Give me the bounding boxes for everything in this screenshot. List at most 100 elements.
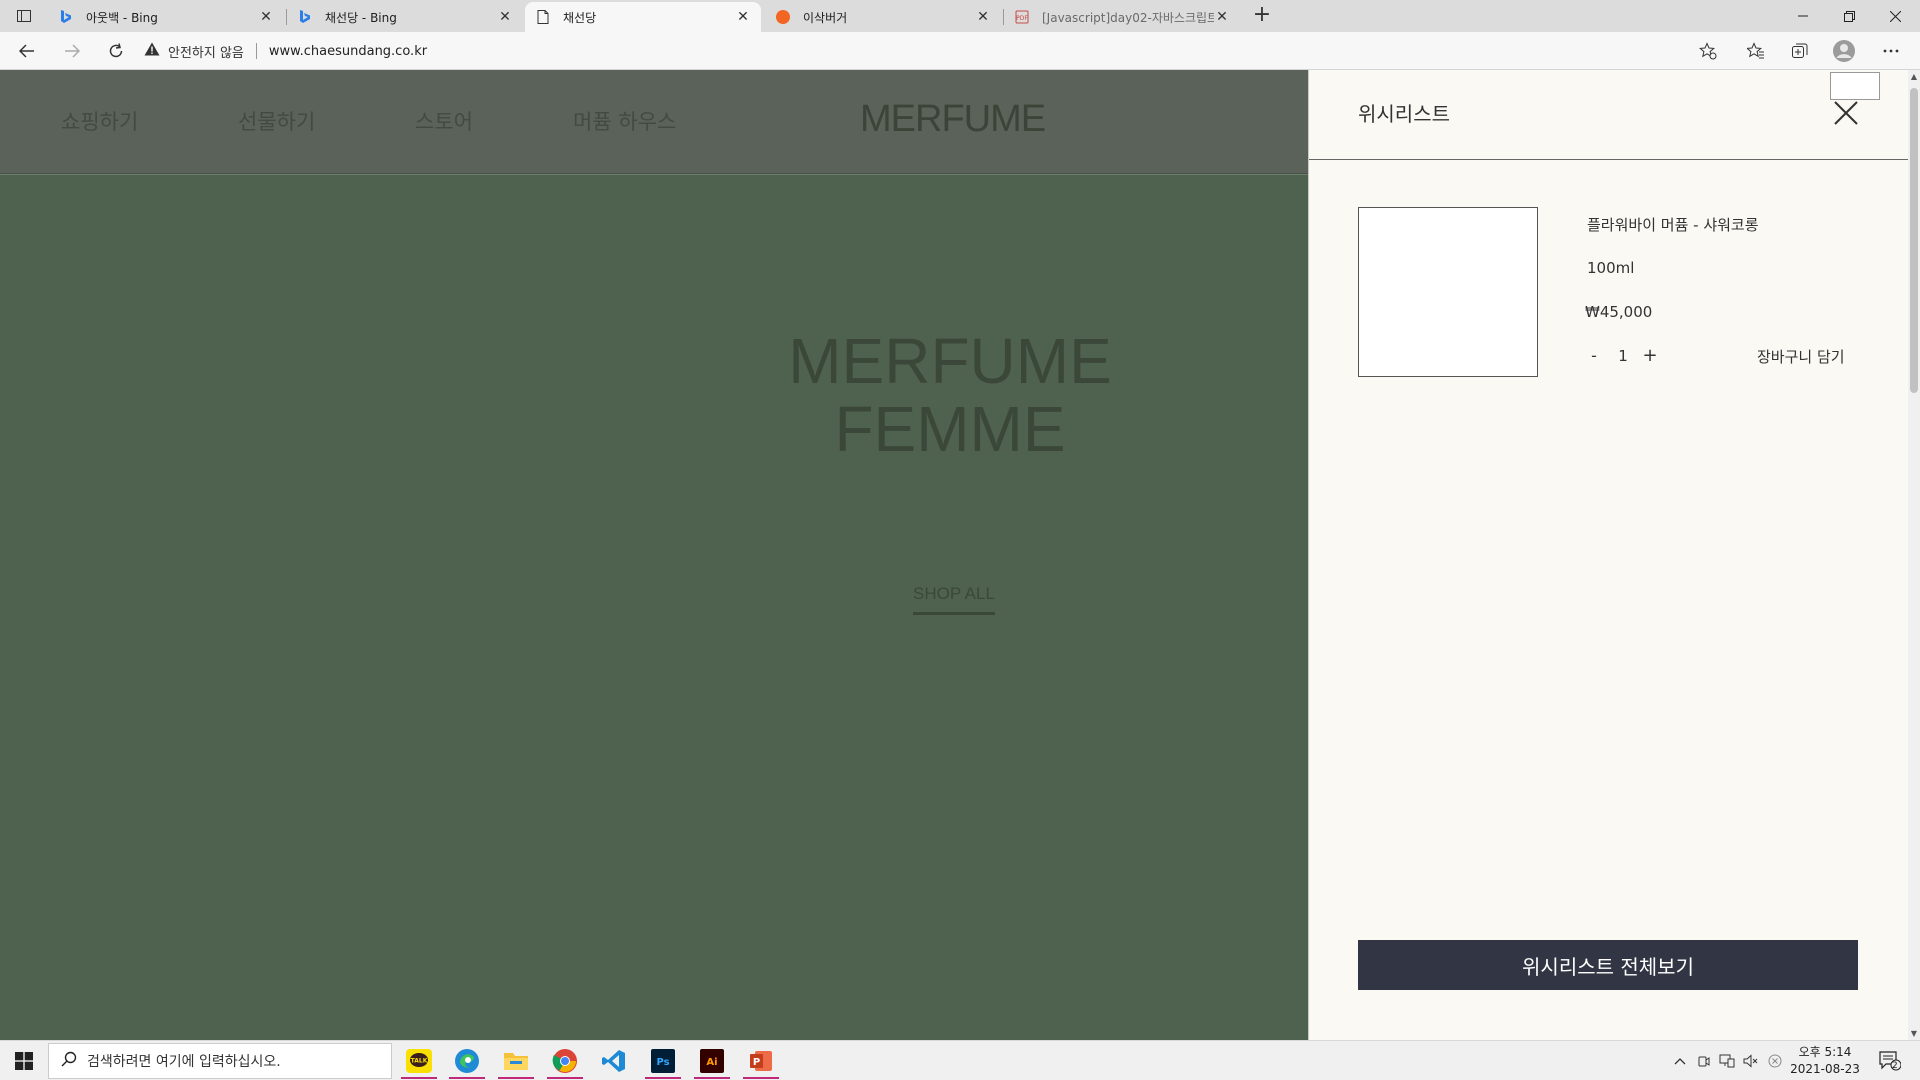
- profile-avatar-icon[interactable]: [1830, 37, 1858, 65]
- orange-circle-icon: [775, 9, 791, 25]
- tab-close-icon[interactable]: ✕: [258, 9, 274, 25]
- scroll-up-icon[interactable]: ▲: [1910, 72, 1918, 81]
- security-warning-label: 안전하지 않음: [168, 45, 244, 61]
- wishlist-drawer: 위시리스트 플라워바이 머퓸 - 샤워코롱 100ml ₩45,000 - 1 …: [1308, 70, 1909, 1040]
- tab-javascript-pdf[interactable]: PDF [Javascript]day02-자바스크립트 ✕: [1004, 2, 1240, 32]
- clock-date: 2021-08-23: [1790, 1062, 1860, 1076]
- close-icon[interactable]: [1831, 98, 1861, 128]
- running-indicator: [743, 1077, 779, 1079]
- restore-icon[interactable]: [1826, 0, 1872, 32]
- tab-title: 아웃백 - Bing: [86, 10, 158, 25]
- clock-time: 오후 5:14: [1798, 1045, 1852, 1059]
- favorites-icon[interactable]: [1742, 37, 1770, 65]
- svg-text:PDF: PDF: [1016, 15, 1028, 22]
- hero-title: MERFUME FEMME: [760, 327, 1140, 463]
- notification-center-icon[interactable]: 2: [1872, 1041, 1908, 1080]
- nav-merfume-house[interactable]: 머퓸 하우스: [573, 106, 676, 136]
- quantity-increase-button[interactable]: +: [1642, 345, 1658, 366]
- file-explorer-icon[interactable]: [494, 1043, 538, 1079]
- running-indicator: [547, 1077, 583, 1079]
- warning-icon: [144, 42, 160, 60]
- update-status-icon[interactable]: [1764, 1041, 1786, 1080]
- back-icon[interactable]: [13, 37, 41, 65]
- close-window-icon[interactable]: [1872, 0, 1918, 32]
- product-price: ₩45,000: [1585, 303, 1653, 321]
- search-icon: [61, 1051, 77, 1071]
- tab-title: 채선당: [563, 10, 597, 25]
- running-indicator: [645, 1077, 681, 1079]
- svg-text:Ai: Ai: [706, 1057, 717, 1068]
- tab-strip: 아웃백 - Bing ✕ 채선당 - Bing ✕ 채선당 ✕ 이삭버거 ✕ P…: [0, 0, 1920, 32]
- running-indicator: [401, 1077, 437, 1079]
- add-favorite-icon[interactable]: [1694, 37, 1722, 65]
- show-hidden-icons[interactable]: [1668, 1041, 1692, 1080]
- illustrator-icon[interactable]: Ai: [690, 1043, 734, 1079]
- photoshop-icon[interactable]: Ps: [641, 1043, 685, 1079]
- page-scrollbar[interactable]: ▲ ▼: [1908, 70, 1920, 1040]
- taskbar-search-input[interactable]: 검색하려면 여기에 입력하십시오.: [48, 1043, 392, 1079]
- tab-close-icon[interactable]: ✕: [1214, 9, 1230, 25]
- nav-gift[interactable]: 선물하기: [238, 106, 315, 136]
- quantity-decrease-button[interactable]: -: [1587, 346, 1601, 365]
- notification-count: 2: [1892, 1061, 1898, 1071]
- windows-taskbar: 검색하려면 여기에 입력하십시오. TALK Ps Ai P 오후 5:14 2…: [0, 1040, 1920, 1080]
- tab-title: [Javascript]day02-자바스크립트: [1042, 10, 1214, 25]
- security-warning[interactable]: 안전하지 않음: [144, 42, 244, 61]
- wishlist-header: 위시리스트: [1309, 70, 1909, 160]
- tab-isaac-burger[interactable]: 이삭버거 ✕: [765, 2, 1001, 32]
- tab-chaesundang[interactable]: 채선당 ✕: [525, 2, 761, 32]
- taskbar-clock[interactable]: 오후 5:14 2021-08-23: [1790, 1044, 1860, 1078]
- refresh-icon[interactable]: [102, 37, 130, 65]
- scroll-down-icon[interactable]: ▼: [1910, 1029, 1918, 1038]
- chrome-icon[interactable]: [543, 1043, 587, 1079]
- powerpoint-icon[interactable]: P: [739, 1043, 783, 1079]
- tab-close-icon[interactable]: ✕: [497, 9, 513, 25]
- tab-title: 채선당 - Bing: [325, 10, 397, 25]
- nav-store[interactable]: 스토어: [415, 106, 473, 136]
- address-divider: [255, 43, 257, 59]
- tab-actions-icon[interactable]: [10, 6, 38, 26]
- page-icon: [535, 9, 551, 25]
- svg-text:P: P: [753, 1057, 760, 1068]
- product-name[interactable]: 플라워바이 머퓸 - 샤워코롱: [1587, 214, 1759, 235]
- network-icon[interactable]: [1716, 1041, 1738, 1080]
- tab-close-icon[interactable]: ✕: [975, 9, 991, 25]
- url-text[interactable]: www.chaesundang.co.kr: [269, 44, 427, 59]
- tab-outback-bing[interactable]: 아웃백 - Bing ✕: [48, 2, 284, 32]
- address-bar[interactable]: 안전하지 않음 www.chaesundang.co.kr: [144, 36, 1744, 66]
- forward-icon[interactable]: [58, 37, 86, 65]
- tab-close-icon[interactable]: ✕: [735, 9, 751, 25]
- tab-title: 이삭버거: [803, 10, 848, 25]
- svg-text:TALK: TALK: [411, 1058, 428, 1065]
- hero-title-line1: MERFUME: [788, 325, 1112, 397]
- running-indicator: [449, 1077, 485, 1079]
- windows-start-icon[interactable]: [0, 1041, 48, 1080]
- meet-now-icon[interactable]: [1694, 1041, 1714, 1080]
- volume-muted-icon[interactable]: [1740, 1041, 1762, 1080]
- product-volume: 100ml: [1587, 259, 1635, 277]
- product-image[interactable]: [1358, 207, 1538, 377]
- quantity-value: 1: [1618, 347, 1628, 365]
- edge-icon[interactable]: [445, 1043, 489, 1079]
- more-menu-icon[interactable]: [1877, 37, 1905, 65]
- vscode-icon[interactable]: [592, 1043, 636, 1079]
- tab-chaesundang-bing[interactable]: 채선당 - Bing ✕: [287, 2, 523, 32]
- drawer-top-box: [1830, 72, 1880, 100]
- scrollbar-thumb[interactable]: [1910, 88, 1918, 393]
- svg-text:Ps: Ps: [656, 1057, 669, 1068]
- shop-all-link[interactable]: SHOP ALL: [913, 584, 995, 615]
- wishlist-title: 위시리스트: [1358, 102, 1450, 126]
- site-logo[interactable]: MERFUME: [860, 98, 1046, 141]
- minimize-icon[interactable]: [1780, 0, 1826, 32]
- collections-icon[interactable]: [1786, 37, 1814, 65]
- running-indicator: [498, 1077, 534, 1079]
- view-all-wishlist-button[interactable]: 위시리스트 전체보기: [1358, 940, 1858, 990]
- hero-title-line2: FEMME: [834, 393, 1066, 465]
- add-to-cart-button[interactable]: 장바구니 담기: [1757, 346, 1845, 367]
- new-tab-button[interactable]: +: [1248, 2, 1276, 30]
- bing-icon: [297, 9, 313, 25]
- kakaotalk-icon[interactable]: TALK: [397, 1043, 441, 1079]
- pdf-icon: PDF: [1014, 9, 1030, 25]
- bing-icon: [58, 9, 74, 25]
- nav-shopping[interactable]: 쇼핑하기: [61, 106, 138, 136]
